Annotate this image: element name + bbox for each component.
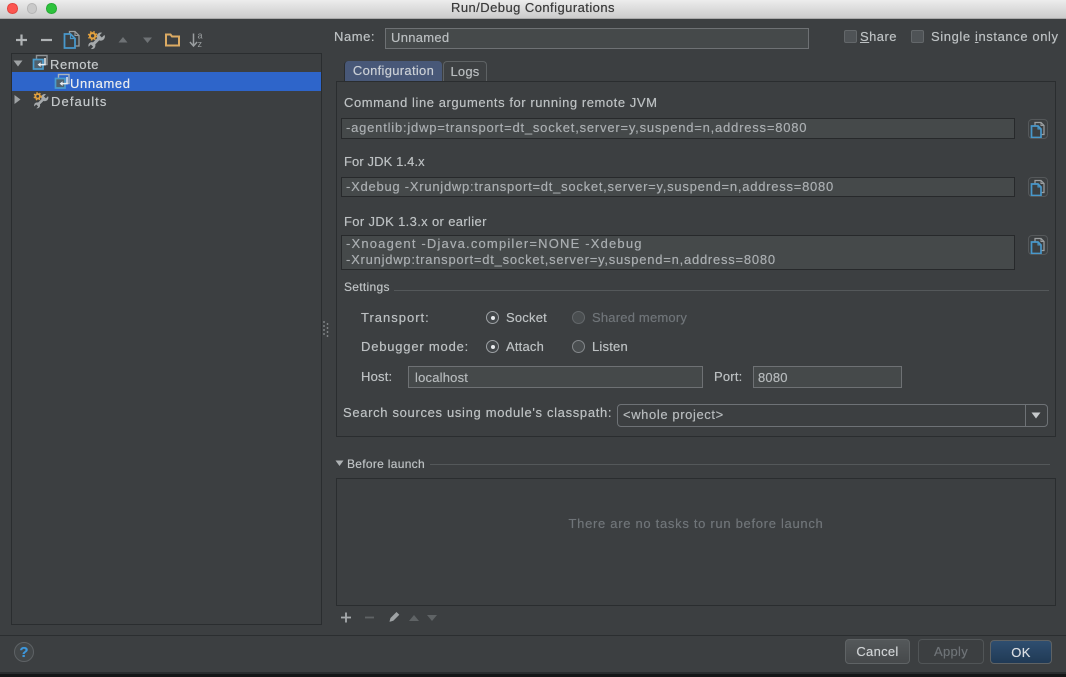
svg-text:z: z xyxy=(198,39,203,49)
